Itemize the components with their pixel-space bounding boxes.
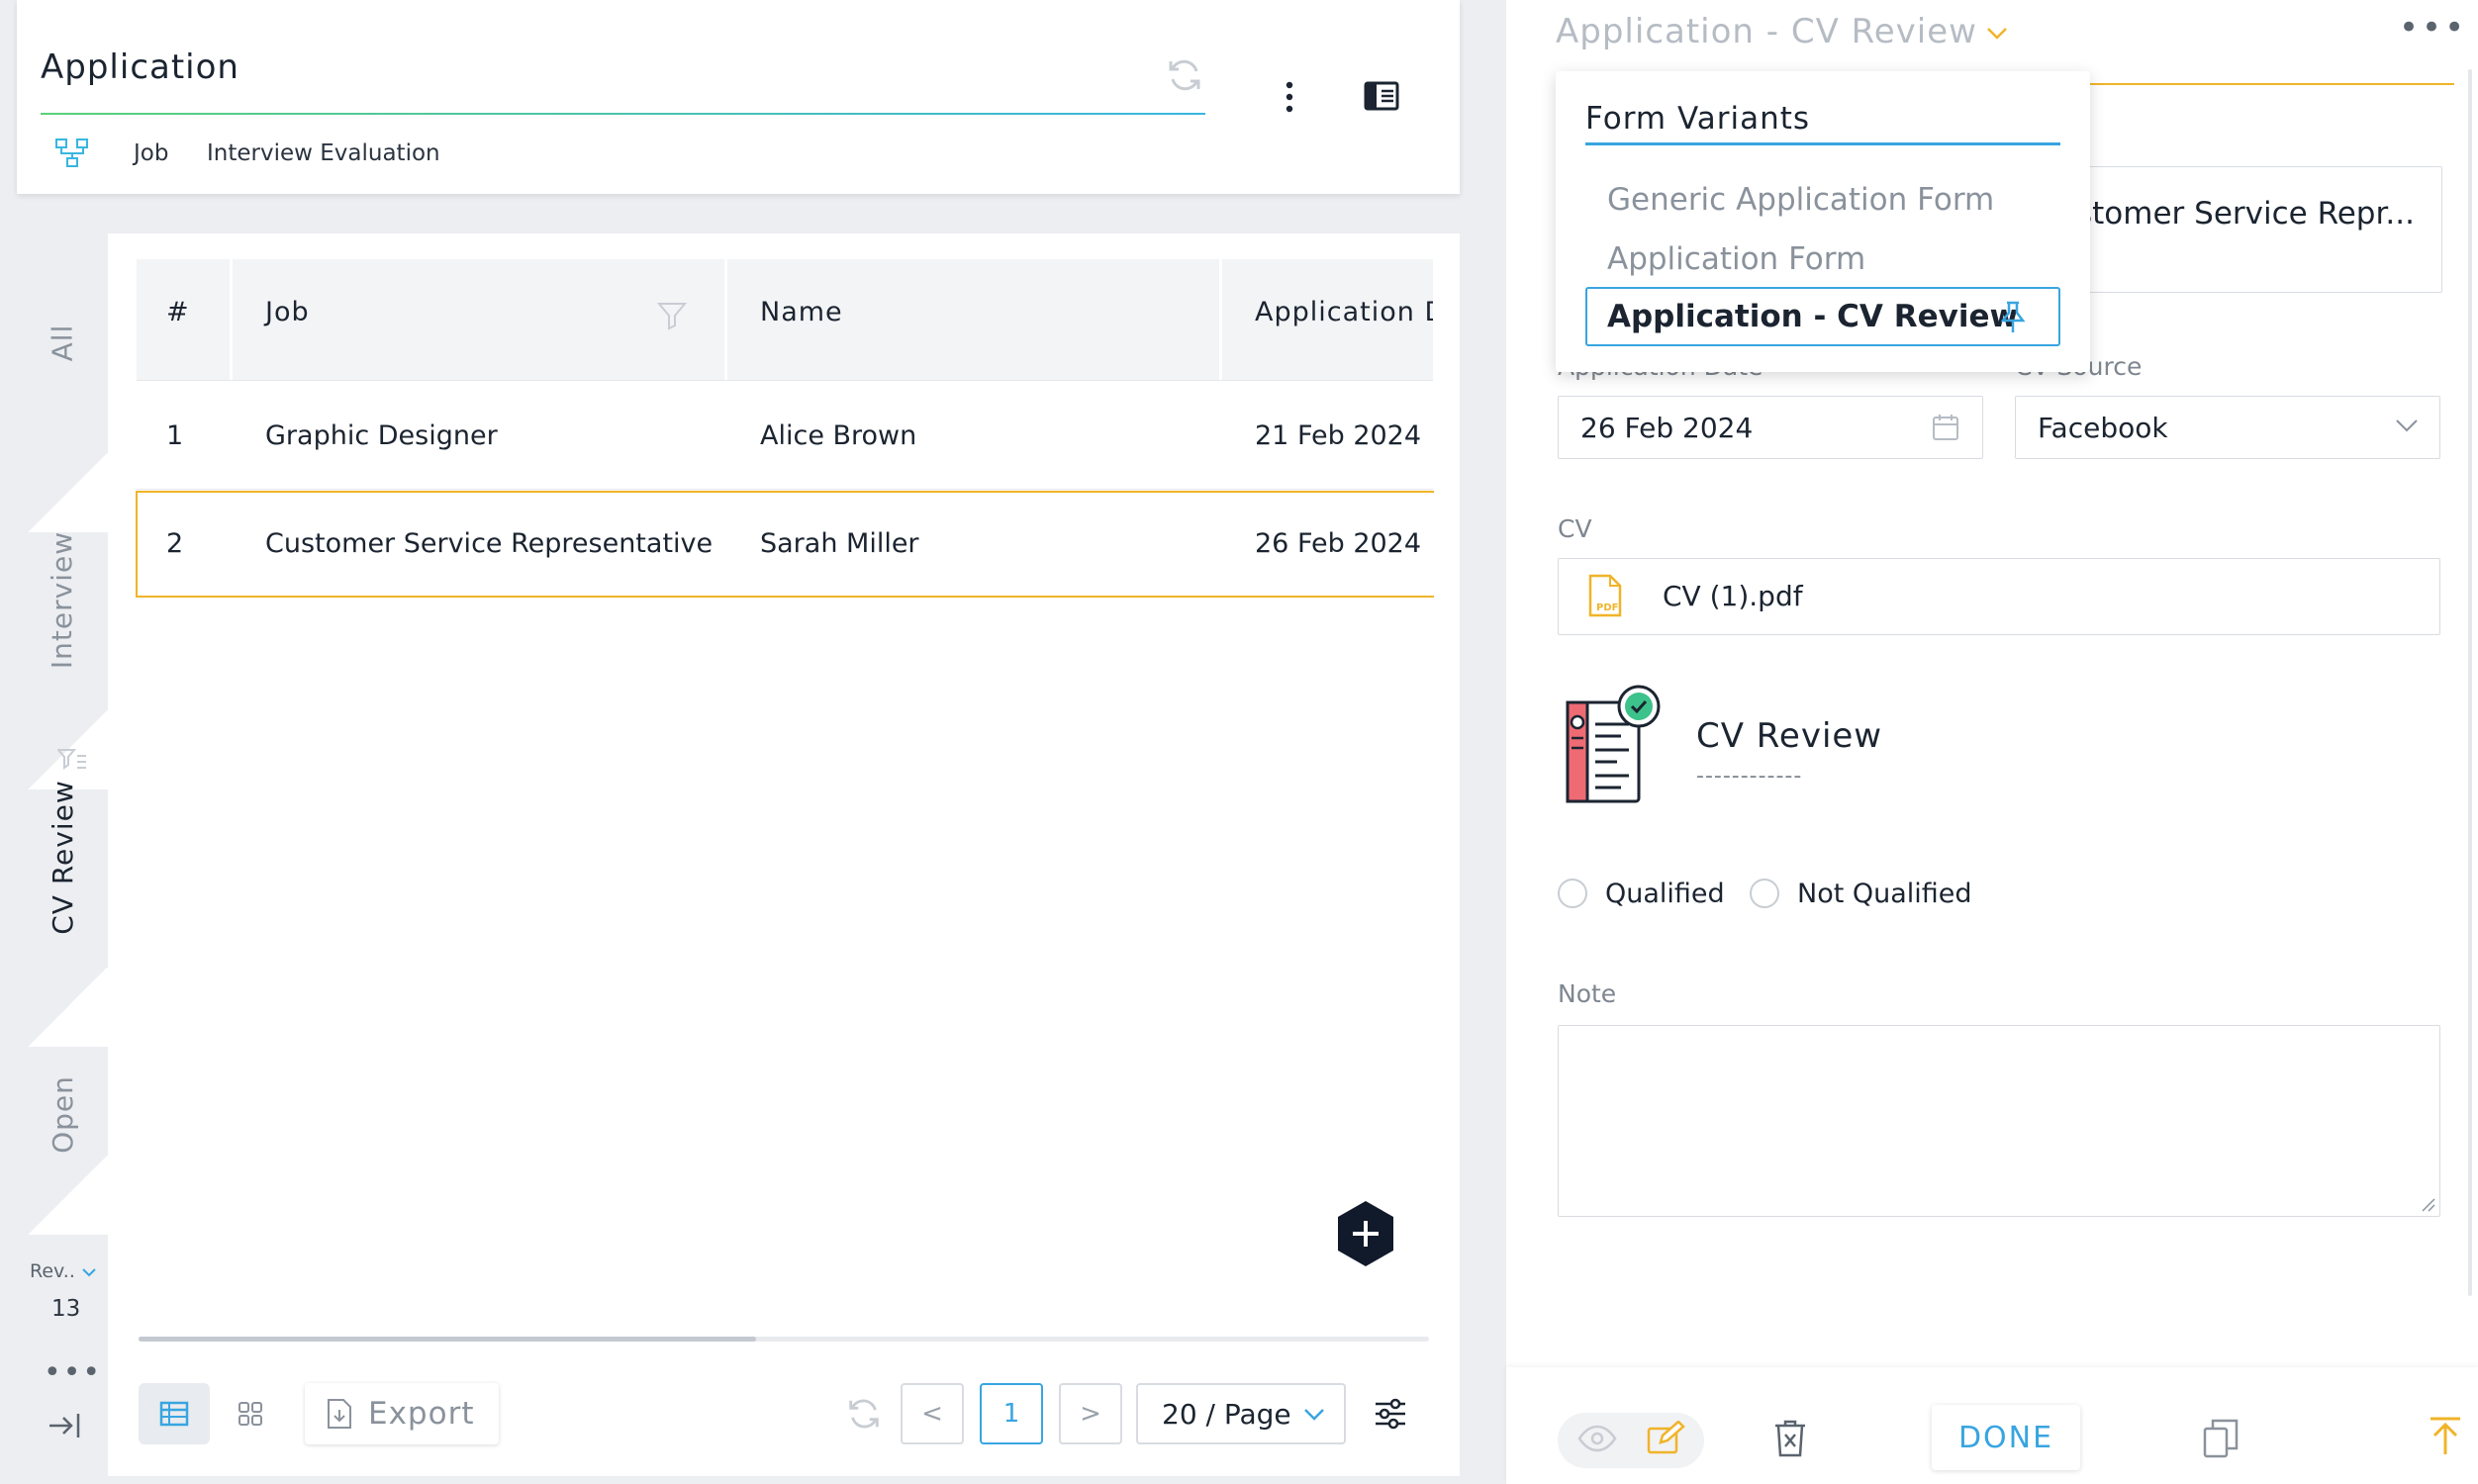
refresh-icon[interactable] bbox=[1165, 55, 1204, 95]
column-settings-icon[interactable] bbox=[1374, 1397, 1407, 1431]
cv-review-subtitle: ------------ bbox=[1696, 764, 1803, 788]
row-1-name[interactable]: Alice Brown bbox=[760, 420, 916, 451]
panel-scrollbar[interactable] bbox=[2468, 69, 2472, 1296]
form-variants-underline bbox=[1585, 142, 2060, 145]
next-page-button[interactable]: > bbox=[1059, 1383, 1122, 1444]
export-file-icon bbox=[328, 1399, 351, 1429]
breadcrumb-job[interactable]: Job bbox=[134, 140, 168, 166]
panel-accent-line bbox=[2068, 83, 2454, 85]
reload-icon[interactable] bbox=[845, 1395, 883, 1433]
breadcrumb-interview-evaluation[interactable]: Interview Evaluation bbox=[207, 140, 440, 166]
row-1-job[interactable]: Graphic Designer bbox=[265, 420, 498, 451]
row-1-date[interactable]: 21 Feb 2024 bbox=[1255, 420, 1421, 451]
filter-list-icon[interactable] bbox=[57, 748, 87, 770]
chevron-down-icon[interactable] bbox=[2395, 417, 2419, 433]
note-label: Note bbox=[1558, 979, 1617, 1008]
cv-label: CV bbox=[1558, 514, 1592, 543]
application-date-input[interactable]: 26 Feb 2024 bbox=[1558, 396, 1983, 459]
calendar-icon[interactable] bbox=[1932, 414, 1959, 441]
page-title: Application bbox=[41, 47, 239, 87]
chevron-down-icon bbox=[82, 1267, 96, 1276]
tab-divider bbox=[27, 1156, 108, 1235]
resize-grip-icon[interactable] bbox=[2421, 1197, 2436, 1213]
grid-view-button[interactable] bbox=[226, 1383, 275, 1444]
review-select[interactable]: Rev.. bbox=[30, 1260, 97, 1282]
variant-generic-application-form[interactable]: Generic Application Form bbox=[1607, 182, 1994, 218]
vertical-tabs: All Interview CV Review Open bbox=[17, 233, 108, 1235]
title-underline bbox=[41, 113, 1205, 115]
column-header-name[interactable]: Name bbox=[760, 297, 843, 327]
column-header-index: # bbox=[166, 297, 190, 327]
job-field-value: stomer Service Repr... bbox=[2076, 196, 2415, 232]
form-variant-title[interactable]: Application - CV Review bbox=[1556, 12, 1977, 51]
table-view-button[interactable] bbox=[139, 1383, 210, 1444]
row-2-job[interactable]: Customer Service Representative bbox=[265, 528, 713, 559]
not-qualified-label[interactable]: Not Qualified bbox=[1797, 879, 1972, 909]
edit-icon[interactable] bbox=[1647, 1421, 1686, 1454]
delete-icon[interactable] bbox=[1773, 1419, 1807, 1458]
review-count: 13 bbox=[51, 1296, 81, 1322]
column-header-job[interactable]: Job bbox=[265, 297, 310, 327]
panel-toggle-icon[interactable] bbox=[1364, 81, 1399, 111]
row-2-index: 2 bbox=[166, 528, 184, 559]
prev-page-button[interactable]: < bbox=[901, 1383, 964, 1444]
table-icon bbox=[159, 1401, 189, 1427]
column-separator bbox=[1219, 259, 1222, 380]
cv-file-name[interactable]: CV (1).pdf bbox=[1663, 580, 1803, 612]
chevron-down-icon bbox=[1303, 1409, 1324, 1421]
add-record-button[interactable] bbox=[1334, 1199, 1397, 1268]
scroll-to-top-icon[interactable] bbox=[2429, 1417, 2462, 1456]
row-1-index: 1 bbox=[166, 420, 184, 451]
row-2-date[interactable]: 26 Feb 2024 bbox=[1255, 528, 1421, 559]
done-button[interactable]: DONE bbox=[1932, 1405, 2080, 1470]
workflow-icon[interactable] bbox=[55, 139, 89, 168]
svg-text:PDF: PDF bbox=[1596, 603, 1618, 613]
pdf-icon: PDF bbox=[1587, 574, 1623, 617]
more-horizontal-icon[interactable]: ••• bbox=[44, 1355, 102, 1390]
pin-icon[interactable] bbox=[1999, 301, 2027, 334]
tab-interview[interactable]: Interview bbox=[17, 491, 108, 708]
tab-all[interactable]: All bbox=[17, 233, 108, 451]
cv-review-heading: CV Review bbox=[1696, 716, 1883, 756]
column-separator bbox=[230, 259, 233, 380]
row-separator bbox=[137, 380, 1433, 381]
column-header-application-date[interactable]: Application D bbox=[1255, 297, 1433, 327]
column-separator bbox=[724, 259, 727, 380]
chevron-down-icon[interactable] bbox=[1986, 26, 2008, 40]
current-page-button[interactable]: 1 bbox=[980, 1383, 1043, 1444]
grid-icon bbox=[238, 1402, 262, 1426]
row-separator bbox=[137, 489, 1433, 490]
row-2-name[interactable]: Sarah Miller bbox=[760, 528, 919, 559]
qualified-label[interactable]: Qualified bbox=[1605, 879, 1725, 909]
copy-icon[interactable] bbox=[2203, 1419, 2239, 1458]
not-qualified-radio[interactable] bbox=[1750, 879, 1779, 908]
eye-icon[interactable] bbox=[1577, 1425, 1617, 1452]
form-variants-title: Form Variants bbox=[1585, 101, 1811, 137]
scrollbar-thumb[interactable] bbox=[139, 1337, 756, 1342]
more-vertical-icon[interactable] bbox=[1282, 81, 1297, 113]
page-size-select[interactable]: 20 / Page bbox=[1136, 1383, 1346, 1444]
cv-review-illustration bbox=[1562, 681, 1670, 807]
variant-application-form[interactable]: Application Form bbox=[1607, 241, 1865, 277]
variant-selected-label: Application - CV Review bbox=[1607, 299, 2019, 334]
collapse-sidebar-icon[interactable] bbox=[48, 1413, 81, 1438]
tab-cv-review[interactable]: CV Review bbox=[17, 748, 108, 966]
note-textarea[interactable] bbox=[1558, 1025, 2440, 1217]
cv-source-select[interactable]: Facebook bbox=[2015, 396, 2440, 459]
export-button[interactable]: Export bbox=[305, 1383, 499, 1444]
filter-icon[interactable] bbox=[657, 301, 687, 330]
more-horizontal-icon[interactable]: ••• bbox=[2399, 8, 2467, 47]
qualified-radio[interactable] bbox=[1558, 879, 1587, 908]
